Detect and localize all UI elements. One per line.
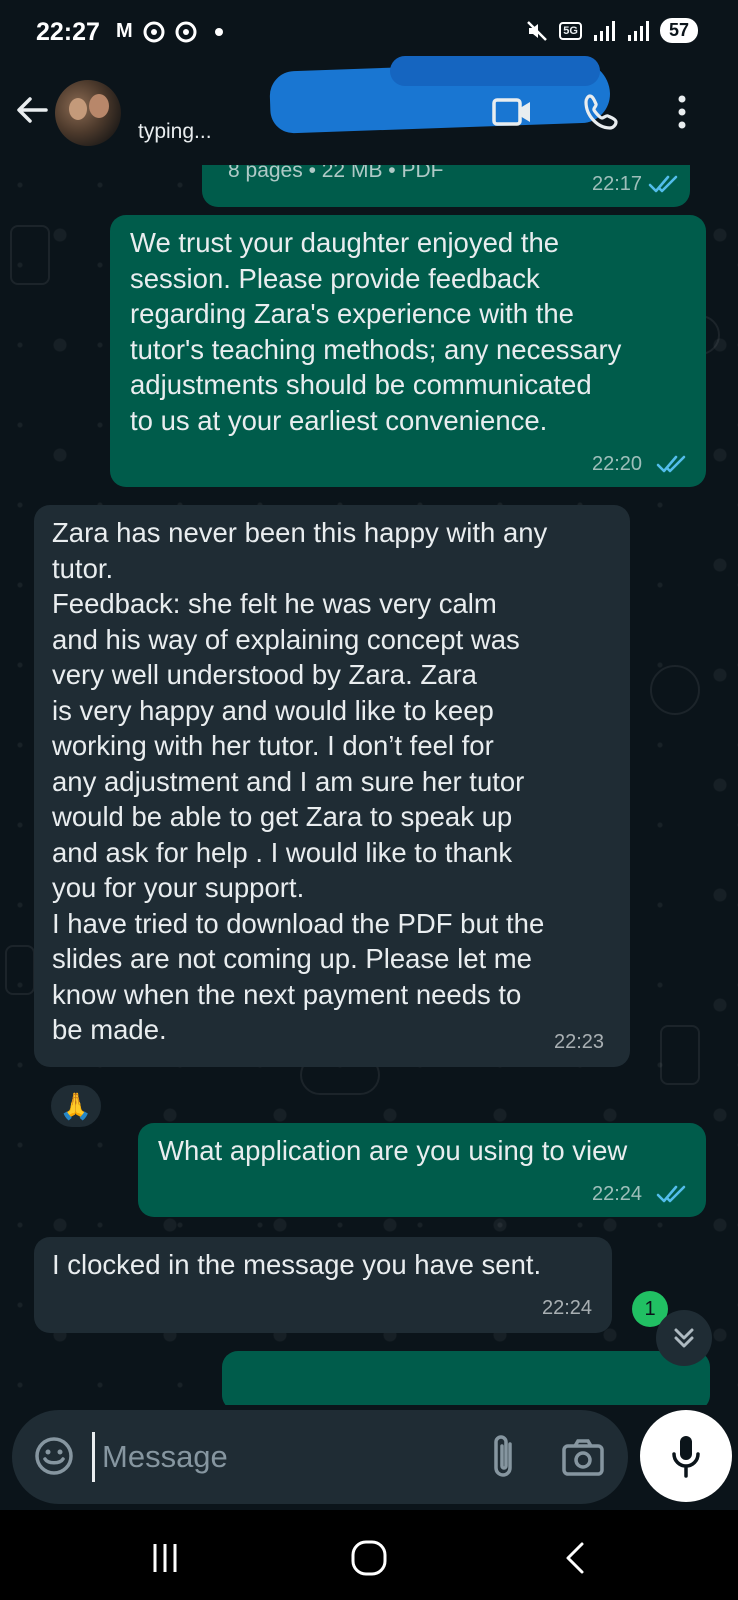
message-bubble-outgoing[interactable] <box>222 1351 710 1405</box>
message-input[interactable] <box>102 1428 462 1486</box>
read-ticks-icon <box>656 455 686 473</box>
message-time: 22:23 <box>554 1031 605 1053</box>
wallpaper-doodle <box>650 665 700 715</box>
sticker-icon[interactable] <box>32 1434 76 1478</box>
wallpaper-doodle <box>660 1025 700 1085</box>
message-bubble-outgoing[interactable]: What application are you using to view 2… <box>138 1123 706 1217</box>
status-bar: 22:27 M 5G 57 <box>0 0 738 70</box>
camera-icon[interactable] <box>560 1434 606 1480</box>
chrome-icon <box>175 21 197 42</box>
back-nav-icon[interactable] <box>552 1538 602 1578</box>
more-vertical-icon[interactable] <box>660 90 704 134</box>
text-cursor <box>92 1432 95 1482</box>
typing-status: typing... <box>138 120 212 143</box>
message-composer <box>12 1410 628 1504</box>
chevrons-down-icon <box>674 1328 694 1348</box>
message-bubble-outgoing[interactable]: We trust your daughter enjoyed the sessi… <box>110 215 706 487</box>
reaction-badge[interactable]: 🙏 <box>48 1082 104 1130</box>
message-bubble-incoming[interactable]: Zara has never been this happy with any … <box>34 505 630 1067</box>
paperclip-icon[interactable] <box>482 1432 526 1482</box>
notification-dot-icon <box>214 27 223 36</box>
message-text: Zara has never been this happy with any … <box>52 517 548 1045</box>
video-call-icon[interactable] <box>490 90 534 134</box>
redaction-mark <box>390 56 600 86</box>
signal-icon <box>627 20 649 41</box>
message-text: We trust your daughter enjoyed the sessi… <box>130 227 622 436</box>
read-ticks-icon <box>656 1185 686 1203</box>
contact-name[interactable] <box>140 56 611 134</box>
microphone-icon <box>672 1436 700 1478</box>
message-time: 22:20 <box>592 453 643 475</box>
wallpaper-doodle <box>5 945 35 995</box>
mute-icon <box>527 20 548 41</box>
recent-apps-icon[interactable] <box>140 1538 190 1578</box>
read-ticks-icon <box>648 175 678 193</box>
arrow-left-icon[interactable] <box>12 90 52 130</box>
message-list[interactable]: 8 pages • 22 MB • PDF 22:17 We trust you… <box>0 165 738 1405</box>
avatar[interactable] <box>55 80 121 146</box>
voice-message-button[interactable] <box>640 1410 732 1502</box>
wallpaper-doodle <box>10 225 50 285</box>
chrome-icon <box>143 21 165 42</box>
message-time: 22:24 <box>592 1183 643 1205</box>
home-icon[interactable] <box>344 1538 394 1578</box>
message-time: 22:24 <box>542 1297 593 1319</box>
system-navigation-bar <box>0 1510 738 1600</box>
phone-icon[interactable] <box>580 90 624 134</box>
scroll-to-bottom-button[interactable] <box>656 1310 712 1366</box>
message-time: 22:17 <box>592 173 643 195</box>
message-bubble-incoming[interactable]: I clocked in the message you have sent. … <box>34 1237 612 1333</box>
message-text: I clocked in the message you have sent. <box>52 1249 542 1280</box>
gmail-icon: M <box>116 20 133 42</box>
message-bubble-outgoing[interactable]: 8 pages • 22 MB • PDF 22:17 <box>202 165 690 207</box>
network-type-badge: 5G <box>559 21 582 40</box>
battery-indicator: 57 <box>659 18 698 43</box>
signal-icon <box>593 20 615 41</box>
document-info: 8 pages • 22 MB • PDF <box>228 165 444 182</box>
status-time: 22:27 <box>36 18 100 46</box>
message-text: What application are you using to view <box>158 1135 628 1166</box>
chat-header: typing... <box>0 56 738 165</box>
